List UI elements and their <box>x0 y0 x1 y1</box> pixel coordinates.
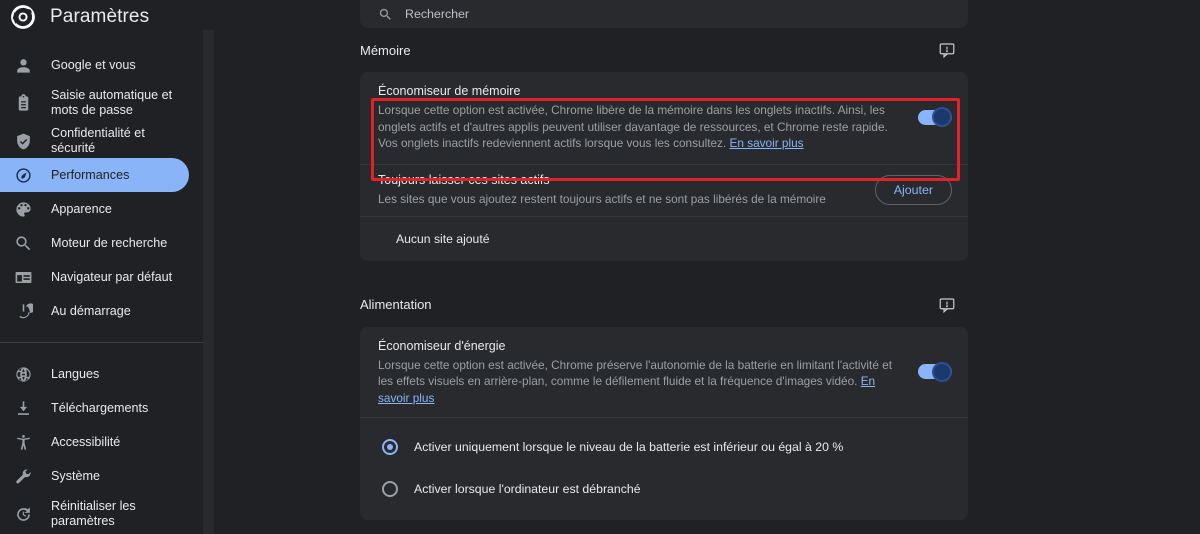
energy-saver-description: Lorsque cette option est activée, Chrome… <box>378 357 893 405</box>
no-sites-row: Aucun site ajouté <box>360 217 968 261</box>
energy-saver-toggle[interactable] <box>918 361 952 382</box>
toggle-knob <box>932 107 952 128</box>
radio-option-label: Activer uniquement lorsque le niveau de … <box>414 440 844 454</box>
chrome-logo-icon <box>10 4 36 30</box>
sidebar-item-label: Accessibilité <box>51 434 121 449</box>
power-icon <box>14 302 33 321</box>
sidebar-scrollbar-track[interactable] <box>203 30 417 534</box>
energy-saver-title: Économiseur d'énergie <box>378 338 506 353</box>
toggle-knob <box>932 361 952 382</box>
clipboard-icon <box>14 93 33 113</box>
nav-gap <box>0 343 203 357</box>
wrench-icon <box>14 467 33 486</box>
sidebar-item-moteur-de-recherche[interactable]: Moteur de recherche <box>0 226 189 260</box>
page-title: Paramètres <box>50 6 150 27</box>
sidebar-item-label: Google et vous <box>51 57 136 72</box>
radio-option-unplugged[interactable]: Activer lorsque l'ordinateur est débranc… <box>360 468 968 510</box>
sidebar-item-au-demarrage[interactable]: Au démarrage <box>0 294 189 328</box>
memory-saver-row: Économiseur de mémoire Lorsque cette opt… <box>360 72 968 164</box>
search-bar[interactable]: Rechercher <box>360 0 968 28</box>
radio-button-selected[interactable] <box>382 439 398 455</box>
nav-gap <box>0 328 203 342</box>
sidebar-nav: Google et vous Saisie automatique et mot… <box>0 34 203 534</box>
add-site-button[interactable]: Ajouter <box>874 175 952 205</box>
feedback-icon[interactable] <box>938 41 956 59</box>
sidebar-item-accessibilite[interactable]: Accessibilité <box>0 425 189 459</box>
sidebar-item-label: Langues <box>51 366 100 381</box>
memory-saver-description: Lorsque cette option est activée, Chrome… <box>378 103 888 150</box>
sidebar-item-performances[interactable]: Performances <box>0 158 189 192</box>
memory-saver-learn-more-link[interactable]: En savoir plus <box>729 136 803 150</box>
always-active-sites-row: Toujours laisser ces sites actifs Les si… <box>360 165 968 216</box>
sidebar-item-navigateur-par-defaut[interactable]: Navigateur par défaut <box>0 260 189 294</box>
feedback-icon[interactable] <box>938 296 956 314</box>
memory-card: Économiseur de mémoire Lorsque cette opt… <box>360 72 968 261</box>
app-brand: Paramètres <box>0 0 203 34</box>
sidebar-item-label: Apparence <box>51 201 112 216</box>
settings-main: Rechercher Mémoire Économiseur de mémoir… <box>214 0 1200 534</box>
search-icon <box>378 7 393 22</box>
section-header-memoire: Mémoire <box>360 28 968 72</box>
memory-saver-toggle[interactable] <box>918 107 952 128</box>
sidebar-item-label: Système <box>51 468 100 483</box>
radio-option-battery-level[interactable]: Activer uniquement lorsque le niveau de … <box>360 426 968 468</box>
sidebar-item-reinitialiser[interactable]: Réinitialiser les paramètres <box>0 493 189 534</box>
sidebar-item-label: Navigateur par défaut <box>51 269 173 284</box>
sidebar-item-telechargements[interactable]: Téléchargements <box>0 391 189 425</box>
search-input-placeholder: Rechercher <box>405 7 470 21</box>
person-icon <box>14 56 33 75</box>
radio-option-label: Activer lorsque l'ordinateur est débranc… <box>414 482 641 496</box>
palette-icon <box>14 200 33 219</box>
section-header-alimentation: Alimentation <box>360 283 968 327</box>
sidebar-item-saisie-automatique[interactable]: Saisie automatique et mots de passe <box>0 82 189 124</box>
section-title: Mémoire <box>360 42 411 58</box>
history-reset-icon <box>14 505 33 524</box>
energy-saver-options: Activer uniquement lorsque le niveau de … <box>360 418 968 520</box>
sidebar-item-label: Réinitialiser les paramètres <box>51 499 136 528</box>
sidebar-item-apparence[interactable]: Apparence <box>0 192 189 226</box>
sidebar-item-label: Saisie automatique et mots de passe <box>51 88 173 117</box>
shield-check-icon <box>14 132 33 151</box>
sidebar-item-label: Au démarrage <box>51 303 131 318</box>
radio-button[interactable] <box>382 481 398 497</box>
sidebar-item-label: Moteur de recherche <box>51 235 168 250</box>
accessibility-icon <box>14 433 33 452</box>
settings-sidebar: Paramètres Google et vous Saisie automat… <box>0 0 203 534</box>
download-icon <box>14 399 33 418</box>
energy-saver-row: Économiseur d'énergie Lorsque cette opti… <box>360 327 968 418</box>
always-active-description: Les sites que vous ajoutez restent toujo… <box>378 192 826 207</box>
browser-window-icon <box>14 268 33 287</box>
globe-icon <box>14 365 33 384</box>
no-sites-label: Aucun site ajouté <box>396 231 490 246</box>
power-card: Économiseur d'énergie Lorsque cette opti… <box>360 326 968 520</box>
section-title: Alimentation <box>360 297 432 312</box>
sidebar-item-langues[interactable]: Langues <box>0 357 189 391</box>
sidebar-item-google-et-vous[interactable]: Google et vous <box>0 48 189 82</box>
settings-content: Mémoire Économiseur de mémoire Lorsque c… <box>214 28 1200 534</box>
sidebar-item-confidentialite[interactable]: Confidentialité et sécurité <box>0 124 189 158</box>
sidebar-item-systeme[interactable]: Système <box>0 459 189 493</box>
sidebar-item-label: Confidentialité et sécurité <box>51 126 145 155</box>
sidebar-item-label: Performances <box>51 167 130 182</box>
speedometer-icon <box>14 166 33 185</box>
search-icon <box>14 234 33 253</box>
always-active-title: Toujours laisser ces sites actifs <box>378 173 550 188</box>
sidebar-item-label: Téléchargements <box>51 400 149 415</box>
memory-saver-title: Économiseur de mémoire <box>378 84 521 98</box>
